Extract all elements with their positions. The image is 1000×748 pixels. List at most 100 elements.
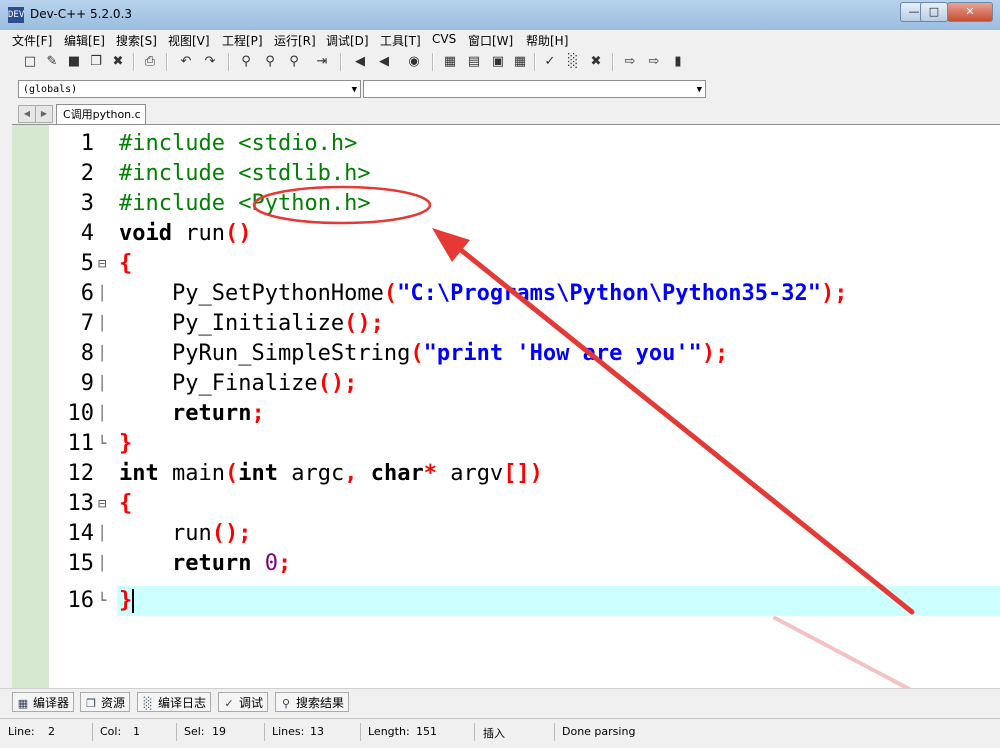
tab-scroll-left-icon[interactable]: ◀	[18, 105, 36, 123]
save-all-icon[interactable]: ❐	[86, 52, 106, 72]
code-line: 7 │ Py_Initialize();	[12, 309, 1000, 339]
fold-collapse-icon[interactable]: ⊟	[98, 489, 110, 519]
code-symbol: *	[423, 461, 437, 486]
tab-resources[interactable]: ❐ 资源	[80, 692, 131, 712]
fold-line-icon: │	[98, 376, 107, 392]
find-icon[interactable]: ⚲	[236, 52, 256, 72]
scope-select[interactable]: (globals) ▼	[18, 80, 361, 98]
indent-right-icon[interactable]: ◀	[374, 52, 394, 72]
menu-bar: 文件[F] 编辑[E] 搜索[S] 视图[V] 工程[P] 运行[R] 调试[D…	[0, 30, 1000, 48]
find-next-icon[interactable]: ⚲	[284, 52, 304, 72]
status-lines-value: 13	[310, 725, 324, 738]
code-text: run	[119, 521, 212, 546]
tab-debug[interactable]: ✓ 调试	[218, 692, 269, 712]
indent-left-icon[interactable]: ◀	[350, 52, 370, 72]
fold-line-icon: │	[98, 286, 107, 302]
tab-label: 编译日志	[158, 696, 207, 710]
code-text: main	[158, 461, 225, 486]
menu-view[interactable]: 视图[V]	[168, 32, 210, 49]
line-number: 9	[80, 371, 94, 396]
menu-help[interactable]: 帮助[H]	[526, 32, 568, 49]
code-symbol: [])	[503, 461, 543, 486]
fold-collapse-icon[interactable]: ⊟	[98, 249, 110, 279]
tab-file[interactable]: C调用python.c	[56, 104, 146, 124]
code-line: 13 ⊟ {	[12, 489, 1000, 519]
code-symbol: {	[119, 251, 133, 276]
goto-line-icon[interactable]: ⇥	[312, 52, 332, 72]
code-line: 9 │ Py_Finalize();	[12, 369, 1000, 399]
compiler-icon: ▦	[17, 697, 29, 710]
code-line: 11 └ }	[12, 429, 1000, 459]
code-symbol: ;	[251, 401, 265, 426]
check-icon[interactable]: ✓	[540, 52, 560, 72]
python-header-text: <Python.h>	[238, 191, 371, 216]
toggle-comment-icon[interactable]: ◉	[404, 52, 424, 72]
code-line: 8 │ PyRun_SimpleString("print 'How are y…	[12, 339, 1000, 369]
code-keyword: int	[238, 461, 278, 486]
menu-window[interactable]: 窗口[W]	[468, 32, 513, 49]
code-string: "print 'How are you'"	[423, 341, 702, 366]
line-number: 12	[67, 461, 95, 486]
bookmark-icon[interactable]: ▮	[668, 52, 688, 72]
code-text: run	[171, 221, 225, 246]
menu-tools[interactable]: 工具[T]	[380, 32, 421, 49]
status-length-label: Length:	[368, 725, 410, 738]
chevron-down-icon: ▼	[696, 85, 702, 95]
code-line: 10 │ return;	[12, 399, 1000, 429]
fold-line-icon: │	[98, 556, 107, 572]
tab-scroll-right-icon[interactable]: ▶	[35, 105, 53, 123]
layout-tiles-icon[interactable]: ▣	[488, 52, 508, 72]
line-number: 8	[80, 341, 94, 366]
menu-cvs[interactable]: CVS	[432, 32, 456, 46]
code-text: #include <stdlib.h>	[119, 161, 371, 186]
status-col-label: Col:	[100, 725, 122, 738]
line-number: 7	[80, 311, 94, 336]
code-line: 6 │ Py_SetPythonHome("C:\Programs\Python…	[12, 279, 1000, 309]
code-symbol: (	[224, 461, 239, 486]
code-keyword: int	[119, 461, 159, 486]
code-text: argv	[436, 461, 504, 486]
line-number: 4	[80, 221, 94, 246]
insert-icon[interactable]: ⇨	[620, 52, 640, 72]
code-line: 14 │ run();	[12, 519, 1000, 549]
print-icon[interactable]: ⎙	[140, 52, 160, 72]
line-number: 11	[67, 431, 95, 456]
menu-file[interactable]: 文件[F]	[12, 32, 52, 49]
menu-search[interactable]: 搜索[S]	[116, 32, 157, 49]
close-button[interactable]: ✕	[947, 2, 993, 22]
layout-window-icon[interactable]: ▤	[464, 52, 484, 72]
tab-compile-log[interactable]: ░ 编译日志	[137, 692, 212, 712]
layout-grid-icon[interactable]: ▦	[440, 52, 460, 72]
menu-debug[interactable]: 调试[D]	[326, 32, 369, 49]
code-symbol: ();	[344, 311, 384, 336]
code-text: Py_Initialize	[119, 311, 345, 336]
menu-edit[interactable]: 编辑[E]	[64, 32, 105, 49]
code-editor[interactable]: 1 #include <stdio.h> 2 #include <stdlib.…	[12, 124, 1000, 688]
line-number: 10	[67, 401, 95, 426]
tab-label: 搜索结果	[296, 696, 345, 710]
chart-icon[interactable]: ░	[563, 52, 583, 72]
tab-label: 资源	[101, 696, 126, 710]
redo-icon[interactable]: ↷	[200, 52, 220, 72]
new-file-icon[interactable]: □	[20, 52, 40, 72]
tab-search-results[interactable]: ⚲ 搜索结果	[275, 692, 350, 712]
undo-icon[interactable]: ↶	[176, 52, 196, 72]
status-sel-label: Sel:	[184, 725, 205, 738]
save-icon[interactable]: ■	[64, 52, 84, 72]
text-cursor	[132, 589, 135, 613]
tab-compiler[interactable]: ▦ 编译器	[12, 692, 75, 712]
menu-project[interactable]: 工程[P]	[222, 32, 263, 49]
editor-tab-row: ◀ ▶ C调用python.c	[0, 102, 1000, 124]
replace-icon[interactable]: ⚲	[260, 52, 280, 72]
add-icon[interactable]: ⇨	[644, 52, 664, 72]
menu-run[interactable]: 运行[R]	[274, 32, 316, 49]
open-file-icon[interactable]: ✎	[42, 52, 62, 72]
line-number: 15	[67, 551, 95, 576]
layout-cascade-icon[interactable]: ▦	[510, 52, 530, 72]
resources-icon: ❐	[86, 697, 96, 710]
close-file-icon[interactable]: ✖	[108, 52, 128, 72]
member-select[interactable]: ▼	[363, 80, 706, 98]
stop-icon[interactable]: ✖	[586, 52, 606, 72]
maximize-button[interactable]: □	[920, 2, 948, 22]
line-number: 13	[67, 491, 95, 516]
